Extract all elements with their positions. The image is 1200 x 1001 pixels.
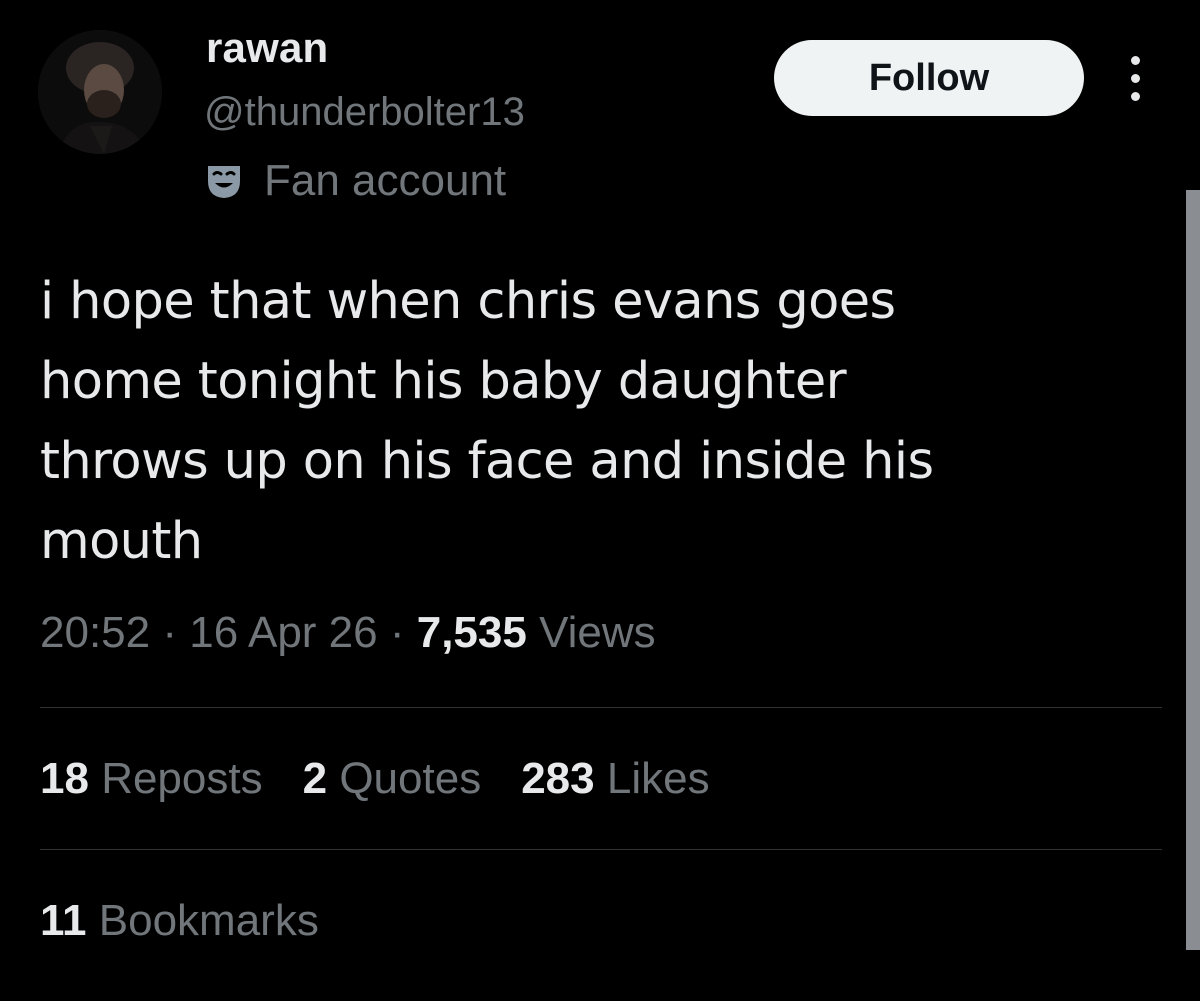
reposts-stat[interactable]: 18 Reposts — [40, 754, 263, 804]
quotes-label: Quotes — [339, 754, 482, 803]
avatar-image — [38, 30, 162, 154]
tweet-text: i hope that when chris evans goes home t… — [40, 272, 934, 571]
dot — [1130, 91, 1140, 101]
dot — [1130, 73, 1140, 83]
dot — [1130, 55, 1140, 65]
avatar[interactable] — [38, 30, 162, 154]
divider — [40, 849, 1162, 850]
follow-button[interactable]: Follow — [774, 40, 1084, 116]
bookmarks-label: Bookmarks — [98, 896, 319, 945]
more-vertical-icon[interactable] — [1120, 46, 1150, 110]
user-handle[interactable]: @thunderbolter13 — [204, 90, 525, 135]
reposts-count: 18 — [40, 754, 89, 803]
display-name[interactable]: rawan — [206, 24, 328, 72]
theater-mask-icon — [208, 166, 240, 198]
quotes-count: 2 — [302, 754, 328, 803]
label-text: Fan account — [264, 156, 507, 205]
reposts-label: Reposts — [101, 754, 263, 803]
engagement-stats: 18 Reposts 2 Quotes 283 Likes — [40, 754, 710, 804]
separator: · — [162, 608, 177, 657]
views-label: Views — [539, 608, 656, 657]
tweet-metadata: 20:52 · 16 Apr 26 · 7,535 Views — [40, 608, 656, 658]
separator: · — [389, 608, 405, 657]
likes-count: 283 — [521, 754, 595, 803]
bookmarks-count: 11 — [40, 896, 87, 945]
likes-stat[interactable]: 283 Likes — [521, 754, 709, 804]
views-count: 7,535 — [416, 608, 527, 657]
tweet-detail-view: rawan @thunderbolter13 Fan account Follo… — [0, 0, 1200, 1001]
divider — [40, 707, 1162, 708]
scrollbar[interactable] — [1186, 190, 1200, 950]
tweet-date[interactable]: 16 Apr 26 — [189, 608, 377, 657]
affiliation-label: Fan account — [204, 156, 506, 206]
quotes-stat[interactable]: 2 Quotes — [303, 754, 482, 804]
likes-label: Likes — [606, 754, 710, 803]
tweet-time[interactable]: 20:52 — [40, 608, 150, 657]
bookmarks-stat[interactable]: 11 Bookmarks — [40, 896, 319, 946]
